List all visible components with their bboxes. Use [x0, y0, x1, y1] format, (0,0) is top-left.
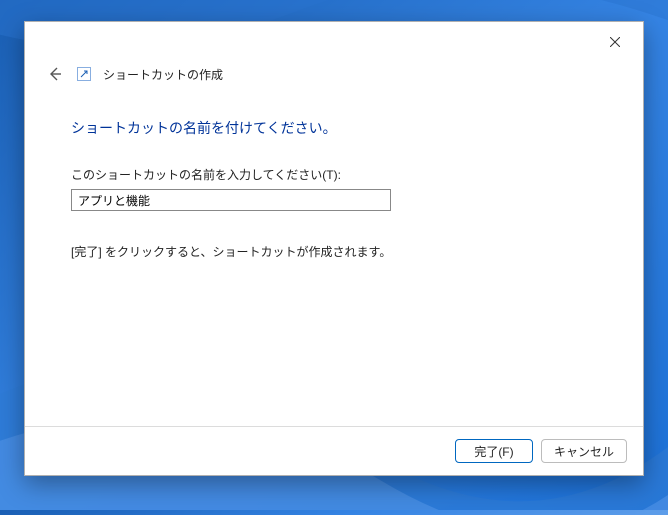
shortcut-name-input[interactable] [71, 189, 391, 211]
title-bar [25, 22, 643, 62]
cancel-button[interactable]: キャンセル [541, 439, 627, 463]
close-button[interactable] [599, 28, 631, 56]
close-icon [610, 37, 620, 47]
helper-text: [完了] をクリックすると、ショートカットが作成されます。 [71, 243, 603, 260]
shortcut-icon [77, 67, 91, 81]
window-title: ショートカットの作成 [103, 66, 223, 83]
header-row: ショートカットの作成 [25, 62, 643, 94]
back-arrow-icon [47, 66, 63, 82]
finish-button[interactable]: 完了(F) [455, 439, 533, 463]
back-button[interactable] [45, 64, 65, 84]
create-shortcut-dialog: ショートカットの作成 ショートカットの名前を付けてください。 このショートカット… [24, 21, 644, 476]
footer-buttons: 完了(F) キャンセル [25, 426, 643, 475]
headline-text: ショートカットの名前を付けてください。 [71, 118, 603, 138]
content-area: ショートカットの名前を付けてください。 このショートカットの名前を入力してくださ… [25, 94, 643, 426]
shortcut-name-label: このショートカットの名前を入力してください(T): [71, 166, 603, 183]
